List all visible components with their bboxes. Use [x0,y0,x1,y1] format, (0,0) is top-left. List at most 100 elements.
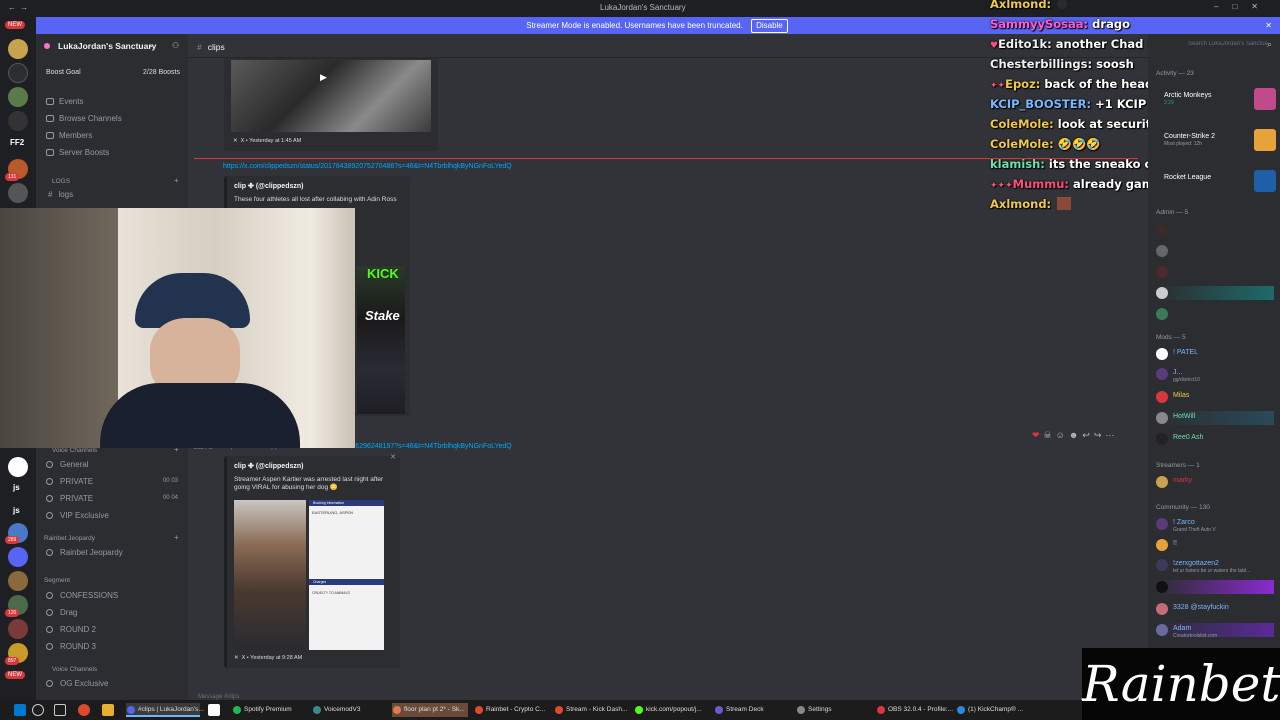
avatar [1156,539,1168,551]
server-icon[interactable] [8,63,28,83]
chat-message: ColeMole: 🤣🤣🤣 [990,137,1101,151]
openai-server-icon[interactable] [8,183,28,203]
activity-item[interactable]: Counter-Strike 2 Most played: 12h [1156,129,1276,151]
voice-channel-drag[interactable]: Drag [46,608,77,617]
member-item[interactable]: HotWill [1156,411,1274,425]
member-item[interactable]: ! PATEL [1156,347,1274,361]
speaker-icon [46,680,53,687]
member-item[interactable] [1156,286,1274,300]
js-server[interactable]: js [13,483,20,492]
member-item[interactable]: Adam Creatortoolslist.com [1156,623,1274,639]
ff2-server[interactable]: FF2 [10,138,24,147]
server-boosts-link[interactable]: Server Boosts [46,148,109,157]
category-logs[interactable]: LOGS [52,178,70,185]
server-icon[interactable] [8,111,28,131]
taskbar-item[interactable]: Stream Deck [714,703,790,717]
voice-channel-private[interactable]: PRIVATE [46,477,93,486]
server-icon[interactable] [8,457,28,477]
taskbar-item[interactable]: kick.com/popout/j... [634,703,710,717]
taskbar-item[interactable]: Settings [796,703,872,717]
taskbar-item[interactable]: floor plan pt 2* - Sk... [392,703,468,717]
server-icon[interactable] [8,571,28,591]
stake-logo: Stake [365,308,400,323]
member-item[interactable] [1156,223,1274,237]
category-segment[interactable]: Segment [44,577,70,584]
activity-item[interactable]: Rocket League [1156,170,1276,192]
member-item[interactable]: ! Zarco Grand Theft Auto V [1156,517,1274,533]
browse-channels-link[interactable]: Browse Channels [46,114,122,123]
more-icon: ⋯ [1105,430,1119,440]
voice-channel-confessions[interactable]: CONFESSIONS [46,591,118,600]
activity-item[interactable]: Arctic Monkeys 2:29 [1156,88,1276,110]
js-server[interactable]: js [13,506,20,515]
history-nav[interactable]: ←→ [8,3,32,12]
server-icon[interactable] [8,39,28,59]
voice-channel-rainbet-jeopardy[interactable]: Rainbet Jeopardy [46,548,123,557]
search-icon[interactable] [32,704,44,716]
search-input[interactable]: Search LukaJordan's Sanctuary [1188,41,1268,51]
voice-channel-round-3[interactable]: ROUND 3 [46,642,96,651]
embed-video-thumbnail[interactable] [231,60,431,132]
embed-image[interactable] [357,266,405,414]
taskbar-item[interactable]: Stream - Kick Dash... [554,703,630,717]
disable-streamer-mode-button[interactable]: Disable [751,19,788,33]
voice-channel-og-exclusive[interactable]: OG Exclusive [46,679,108,688]
member-item[interactable] [1156,244,1274,258]
taskbar-item[interactable]: Spotify Premium [232,703,308,717]
voice-channel-round-2[interactable]: ROUND 2 [46,625,96,634]
remove-embed-icon[interactable]: ✕ [390,453,396,461]
taskbar-item[interactable]: Rainbet - Crypto C... [474,703,550,717]
chat-message: Axlmond: [990,0,1068,11]
start-icon[interactable] [14,704,26,716]
play-icon[interactable]: ▶ [320,72,327,83]
category-voice-channels[interactable]: Voice Channels [52,666,97,673]
speaker-icon [46,592,53,599]
server-icon[interactable] [8,547,28,567]
embed-image[interactable]: Booking Information EASTERLING, ASPEN Ch… [234,500,384,650]
hoodie [100,383,300,448]
voice-channel-vip[interactable]: VIP Exclusive [46,511,109,520]
embed-author[interactable]: clip ✤ (@clippedszn) [234,182,303,190]
back-arrow-icon[interactable]: ← [8,3,20,12]
voice-channel-private[interactable]: PRIVATE [46,494,93,503]
file-explorer-icon[interactable] [102,704,114,716]
embed-author[interactable]: clip ✤ (@clippedszn) [234,462,303,470]
boost-goal-bar[interactable]: Boost Goal 2/28 Boosts [44,66,184,80]
chevron-down-icon[interactable]: ⌄ [148,41,154,49]
member-item[interactable]: Milas [1156,390,1274,404]
taskbar-item[interactable]: (1) KickChamp® ... [956,703,1032,717]
member-item[interactable]: marky [1156,475,1274,489]
search-icon[interactable]: ⌕ [1267,39,1272,50]
server-icon[interactable] [8,619,28,639]
message-link[interactable]: https://x.com/clippedszn/status/20178438… [223,163,512,170]
category-rainbet-jeopardy[interactable]: Rainbet Jeopardy [44,535,95,542]
server-icon[interactable] [8,87,28,107]
server-name[interactable]: LukaJordan's Sanctuary [58,41,156,51]
channel-logs[interactable]: # logs [48,190,73,199]
task-view-icon[interactable] [54,704,66,716]
taskbar-item[interactable]: VoicemodV3 [312,703,388,717]
member-item[interactable] [1156,580,1274,594]
member-item[interactable] [1156,265,1274,279]
chrome-icon[interactable] [78,704,90,716]
booking-document: Booking Information EASTERLING, ASPEN Ch… [309,500,384,650]
add-member-icon[interactable]: ⚇ [172,41,179,50]
category-voice-channels[interactable]: Voice Channels [52,447,97,454]
embed-footer: ✕ X • Yesterday at 1:45 AM [233,138,302,144]
forward-arrow-icon[interactable]: → [20,3,32,12]
voice-channel-general[interactable]: General [46,460,88,469]
add-channel-icon[interactable]: + [174,533,179,542]
member-item[interactable]: J... gg/district10 [1156,367,1274,383]
members-link[interactable]: Members [46,131,92,140]
member-item[interactable]: Ree0 Ash [1156,432,1274,446]
taskbar-item[interactable]: #clips | LukaJordan's... [126,703,204,717]
events-link[interactable]: Events [46,97,83,106]
message-actions[interactable]: ❤☠☺☻↩↪⋯ [1032,430,1118,441]
taskbar-item[interactable]: OBS 32.0.4 - Profile:... [876,703,953,717]
member-item[interactable] [1156,307,1274,321]
app-icon[interactable] [208,704,220,716]
member-item[interactable]: !! [1156,538,1274,552]
add-channel-icon[interactable]: + [174,176,179,185]
member-item[interactable]: 3328 @stayfuckin [1156,602,1274,616]
member-item[interactable]: !zerxgottazen2 let ur haters be ur waters… [1156,558,1274,574]
